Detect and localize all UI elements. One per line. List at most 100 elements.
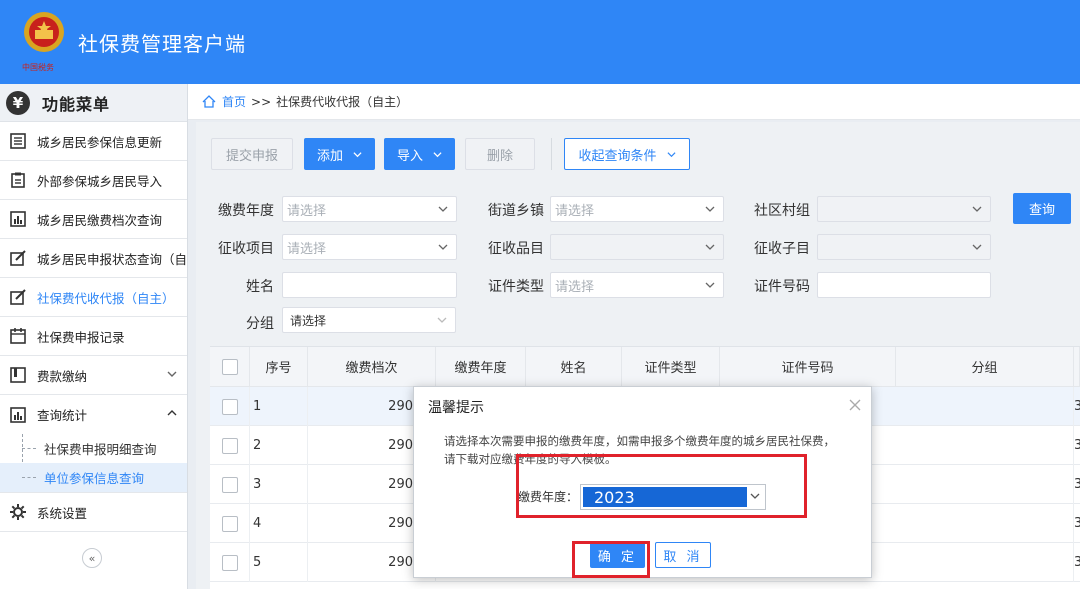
sidebar-item-social-fee-proxy[interactable]: 社保费代收代报（自主） bbox=[0, 278, 187, 317]
row-tail: 3 bbox=[1074, 555, 1080, 570]
idtype-label: 证件类型 bbox=[488, 279, 544, 295]
sidebar: ¥ 功能菜单 城乡居民参保信息更新 外部参保城乡居民导入 城乡居民缴费档次查询 … bbox=[0, 84, 188, 589]
select-all-checkbox[interactable] bbox=[221, 358, 238, 375]
row-tail: 3 bbox=[1074, 399, 1080, 414]
row-tail: 3 bbox=[1074, 477, 1080, 492]
row-checkbox[interactable] bbox=[221, 437, 238, 454]
sidebar-item-declare-status-query[interactable]: 城乡居民申报状态查询（自主 bbox=[0, 239, 187, 278]
chevron-down-icon bbox=[666, 151, 676, 157]
idtype-select[interactable]: 请选择 bbox=[550, 272, 724, 298]
row-checkbox-cell bbox=[210, 465, 250, 504]
tip-dialog: 温馨提示 请选择本次需要申报的缴费年度，如需申报多个缴费年度的城乡居民社保费，请… bbox=[413, 386, 872, 578]
sidebar-item-settings[interactable]: 系统设置 bbox=[0, 493, 187, 532]
collapse-query-button[interactable]: 收起查询条件 bbox=[564, 138, 690, 170]
row-checkbox[interactable] bbox=[221, 476, 238, 493]
sidebar-item-resident-info-update[interactable]: 城乡居民参保信息更新 bbox=[0, 122, 187, 161]
item-select[interactable]: 请选择 bbox=[282, 234, 457, 260]
category-label: 征收品目 bbox=[488, 241, 544, 257]
chevron-up-icon bbox=[167, 410, 177, 416]
table-header: 姓名 bbox=[526, 347, 622, 387]
group-select[interactable]: 请选择 bbox=[282, 307, 456, 333]
chevron-down-icon bbox=[750, 493, 760, 499]
sidebar-submenu: 社保费申报明细查询 单位参保信息查询 bbox=[0, 434, 187, 493]
chevron-down-icon bbox=[972, 244, 982, 250]
cancel-button[interactable]: 取 消 bbox=[655, 542, 711, 568]
toolbar-divider bbox=[551, 138, 552, 170]
close-icon[interactable] bbox=[849, 399, 861, 411]
subitem-select[interactable] bbox=[817, 234, 991, 260]
app-title: 社保费管理客户端 bbox=[78, 32, 246, 56]
sidebar-item-label: 社保费申报记录 bbox=[37, 329, 125, 345]
idno-input[interactable] bbox=[817, 272, 991, 298]
delete-button[interactable]: 删除 bbox=[465, 138, 535, 170]
row-number: 1 bbox=[250, 387, 308, 426]
sidebar-item-external-import[interactable]: 外部参保城乡居民导入 bbox=[0, 161, 187, 200]
breadcrumb-home[interactable]: 首页 bbox=[222, 93, 246, 110]
sidebar-subitem-declare-detail[interactable]: 社保费申报明细查询 bbox=[0, 434, 187, 463]
table-header: 证件号码 bbox=[720, 347, 896, 387]
table-header: 分组 bbox=[896, 347, 1074, 387]
dialog-title: 温馨提示 bbox=[428, 400, 484, 416]
row-group bbox=[896, 465, 1074, 504]
table-header-overflow bbox=[1074, 347, 1080, 387]
sidebar-subitem-label: 单位参保信息查询 bbox=[44, 471, 145, 486]
breadcrumb-current: 社保费代收代报（自主） bbox=[276, 95, 409, 109]
name-label: 姓名 bbox=[246, 279, 274, 295]
query-button[interactable]: 查询 bbox=[1013, 193, 1071, 224]
year-label: 缴费年度 bbox=[218, 203, 274, 219]
village-select[interactable] bbox=[817, 196, 991, 222]
import-button[interactable]: 导入 bbox=[384, 138, 455, 170]
sidebar-item-payment[interactable]: 费款缴纳 bbox=[0, 356, 187, 395]
dialog-year-select[interactable]: 2023 bbox=[580, 484, 766, 510]
breadcrumb: 首页 >> 社保费代收代报（自主） bbox=[188, 84, 1080, 120]
add-button-label: 添加 bbox=[316, 148, 343, 164]
row-checkbox[interactable] bbox=[221, 554, 238, 571]
year-select-value: 请选择 bbox=[287, 203, 327, 219]
sidebar-item-declare-records[interactable]: 社保费申报记录 bbox=[0, 317, 187, 356]
chevron-down-icon bbox=[437, 317, 447, 323]
row-checkbox-cell bbox=[210, 387, 250, 426]
item-select-value: 请选择 bbox=[287, 241, 327, 257]
sidebar-subitem-unit-insurance[interactable]: 单位参保信息查询 bbox=[0, 463, 187, 492]
add-button[interactable]: 添加 bbox=[304, 138, 375, 170]
sidebar-collapse-button[interactable]: « bbox=[82, 548, 102, 568]
sidebar-item-label: 城乡居民缴费档次查询 bbox=[37, 212, 163, 228]
chevron-down-icon bbox=[438, 206, 448, 212]
yen-icon: ¥ bbox=[6, 90, 30, 115]
street-select-value: 请选择 bbox=[555, 203, 595, 219]
confirm-button[interactable]: 确 定 bbox=[590, 542, 645, 568]
name-input[interactable] bbox=[282, 272, 457, 298]
street-select[interactable]: 请选择 bbox=[550, 196, 724, 222]
list-icon bbox=[10, 133, 26, 149]
row-number: 3 bbox=[250, 465, 308, 504]
row-checkbox-cell bbox=[210, 426, 250, 465]
book-icon bbox=[10, 367, 26, 383]
chevron-down-icon bbox=[705, 282, 715, 288]
chevron-down-icon bbox=[972, 206, 982, 212]
table-header: 缴费档次 bbox=[308, 347, 436, 387]
table-header: 证件类型 bbox=[622, 347, 720, 387]
row-group bbox=[896, 543, 1074, 582]
sidebar-item-label: 系统设置 bbox=[37, 505, 88, 521]
group-label: 分组 bbox=[246, 316, 274, 332]
idno-label: 证件号码 bbox=[754, 279, 810, 295]
chevron-down-icon bbox=[705, 206, 715, 212]
sidebar-item-statistics[interactable]: 查询统计 bbox=[0, 395, 187, 434]
row-group bbox=[896, 426, 1074, 465]
idtype-select-value: 请选择 bbox=[555, 279, 595, 295]
app-header: 中国税务 社保费管理客户端 bbox=[0, 0, 1080, 84]
row-checkbox-cell bbox=[210, 543, 250, 582]
row-tail: 3 bbox=[1074, 438, 1080, 453]
sidebar-item-tier-query[interactable]: 城乡居民缴费档次查询 bbox=[0, 200, 187, 239]
home-icon[interactable] bbox=[202, 95, 216, 108]
row-checkbox[interactable] bbox=[221, 515, 238, 532]
sidebar-item-label: 城乡居民申报状态查询（自主 bbox=[37, 251, 187, 267]
chevron-down-icon bbox=[167, 371, 177, 377]
row-number: 2 bbox=[250, 426, 308, 465]
submit-declare-button[interactable]: 提交申报 bbox=[211, 138, 293, 170]
row-checkbox[interactable] bbox=[221, 398, 238, 415]
row-number: 5 bbox=[250, 543, 308, 582]
year-select[interactable]: 请选择 bbox=[282, 196, 457, 222]
sidebar-item-label: 社保费代收代报（自主） bbox=[37, 290, 175, 306]
category-select[interactable] bbox=[550, 234, 724, 260]
